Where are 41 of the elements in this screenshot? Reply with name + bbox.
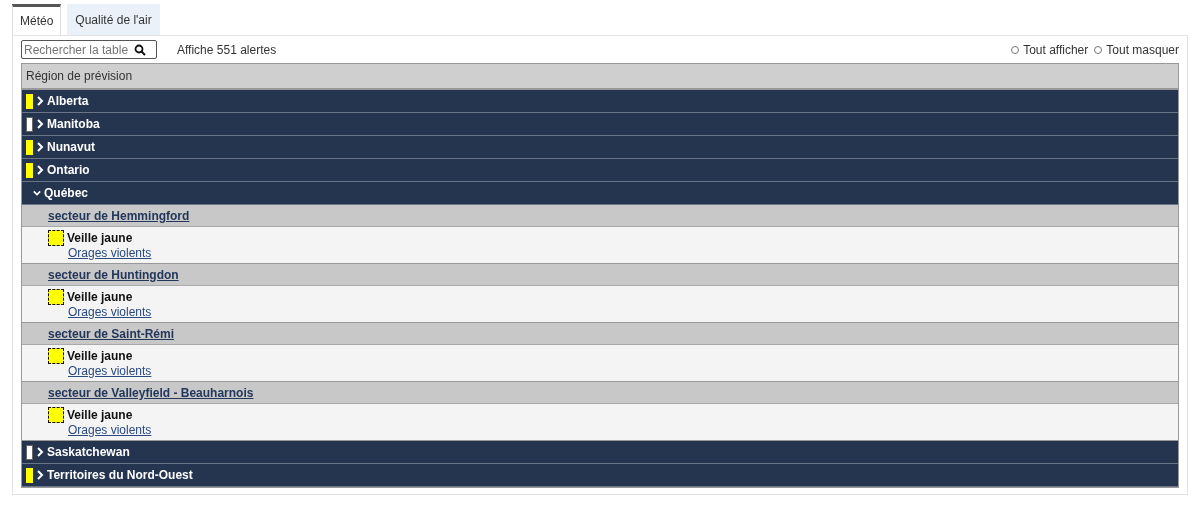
chevron-right-icon	[36, 96, 44, 106]
chevron-right-icon	[36, 119, 44, 129]
chevron-right-icon	[36, 165, 44, 175]
alert-type-link[interactable]: Orages violents	[68, 246, 152, 260]
region-name: Alberta	[47, 94, 89, 108]
chevron-right-icon	[36, 142, 44, 152]
region-name: Nunavut	[47, 140, 95, 154]
region-row[interactable]: Territoires du Nord-Ouest	[22, 464, 1178, 487]
region-row[interactable]: Alberta	[22, 90, 1178, 113]
alert-count: Affiche 551 alertes	[177, 42, 277, 57]
alert-title: Veille jaune	[67, 290, 133, 304]
sector-link[interactable]: secteur de Hemmingford	[48, 209, 190, 223]
search-icon	[134, 43, 146, 56]
tab[interactable]: Qualité de l'air	[67, 4, 160, 35]
region-name: Saskatchewan	[47, 445, 130, 459]
region-row[interactable]: Saskatchewan	[22, 441, 1178, 464]
sector-link[interactable]: secteur de Huntingdon	[48, 268, 179, 282]
region-name: Territoires du Nord-Ouest	[47, 468, 193, 482]
region-row[interactable]: Nunavut	[22, 136, 1178, 159]
alert-type-link[interactable]: Orages violents	[68, 423, 152, 437]
sector-link[interactable]: secteur de Saint-Rémi	[48, 327, 175, 341]
region-row[interactable]: Manitoba	[22, 113, 1178, 136]
tab[interactable]: Météo	[12, 4, 62, 35]
alert-title: Veille jaune	[67, 231, 133, 245]
search-field[interactable]: Rechercher la table	[21, 40, 157, 59]
region-name: Québec	[44, 186, 88, 200]
sector-link[interactable]: secteur de Valleyfield - Beauharnois	[48, 386, 254, 400]
radio-option[interactable]: Tout masquer	[1094, 42, 1179, 57]
region-name: Manitoba	[47, 117, 100, 131]
radio-option[interactable]: Tout afficher	[1011, 42, 1089, 57]
chevron-right-icon	[36, 447, 44, 457]
alert-type-link[interactable]: Orages violents	[68, 305, 152, 319]
region-name: Ontario	[47, 163, 90, 177]
region-row[interactable]: Québec	[22, 182, 1178, 205]
column-header: Région de prévision	[22, 64, 1178, 90]
chevron-right-icon	[36, 470, 44, 480]
alert-type-link[interactable]: Orages violents	[68, 364, 152, 378]
alert-title: Veille jaune	[67, 408, 133, 422]
chevron-down-icon	[33, 188, 41, 198]
region-row[interactable]: Ontario	[22, 159, 1178, 182]
alert-title: Veille jaune	[67, 349, 133, 363]
